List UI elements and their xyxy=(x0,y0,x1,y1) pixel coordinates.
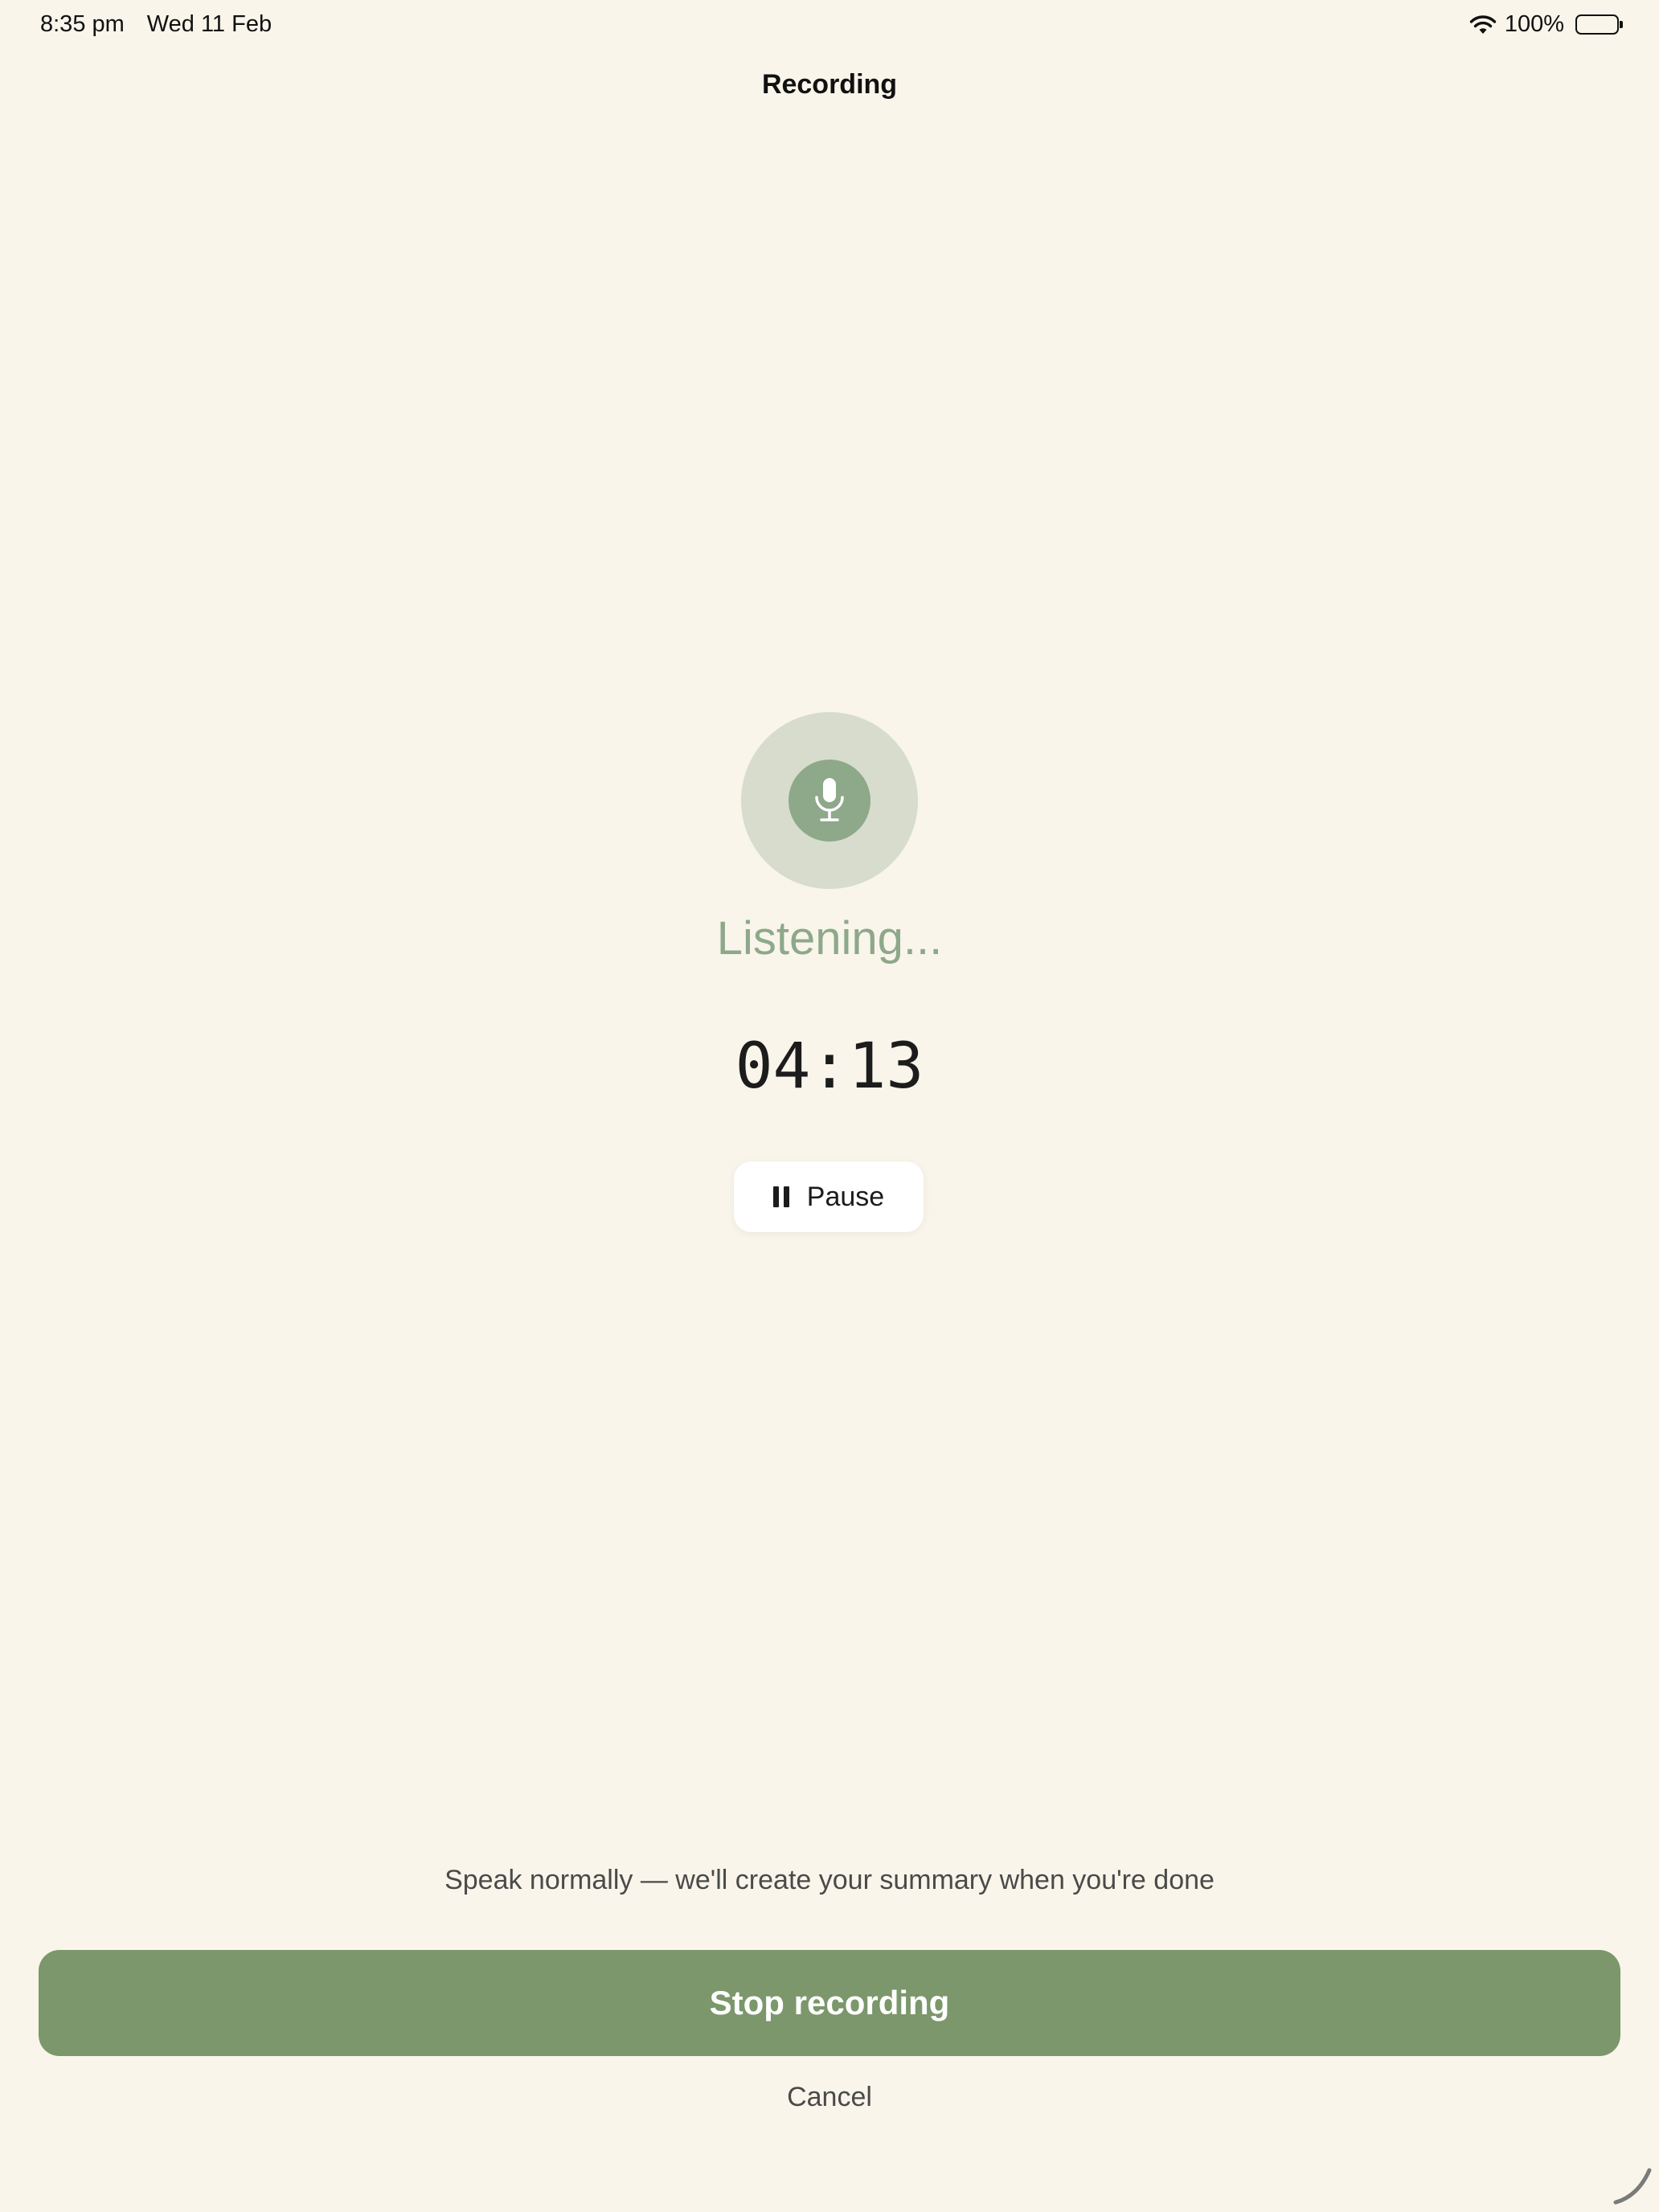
battery-icon xyxy=(1575,14,1623,35)
hint-text: Speak normally — we'll create your summa… xyxy=(444,1865,1215,1895)
wifi-icon xyxy=(1469,14,1497,34)
stop-recording-label: Stop recording xyxy=(709,1984,950,2022)
listening-status: Listening... xyxy=(716,912,943,965)
stop-recording-button[interactable]: Stop recording xyxy=(39,1950,1620,2056)
pause-icon xyxy=(772,1186,789,1207)
pause-button[interactable]: Pause xyxy=(734,1161,924,1232)
microphone-indicator xyxy=(741,712,918,889)
status-bar-left: 8:35 pm Wed 11 Feb xyxy=(40,11,272,38)
page-title: Recording xyxy=(761,69,898,100)
pause-label: Pause xyxy=(806,1181,885,1212)
status-bar-right: 100% xyxy=(1469,11,1623,38)
microphone-badge xyxy=(789,760,870,842)
recording-timer: 04:13 xyxy=(735,1030,924,1103)
cancel-button[interactable]: Cancel xyxy=(0,2082,1659,2113)
microphone-icon xyxy=(815,778,844,821)
resize-handle-icon[interactable] xyxy=(1611,2164,1654,2207)
status-date: Wed 11 Feb xyxy=(146,11,272,37)
status-time: 8:35 pm xyxy=(40,11,125,37)
recording-screen: 8:35 pm Wed 11 Feb 100% Recording Listen… xyxy=(0,0,1659,2212)
battery-percentage: 100% xyxy=(1504,11,1564,37)
